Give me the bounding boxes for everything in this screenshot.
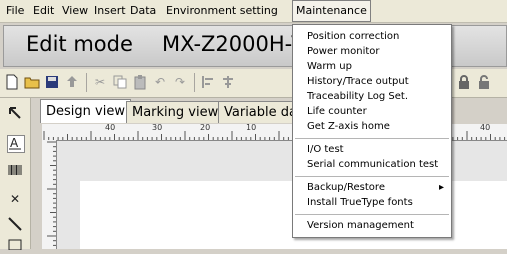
svg-text:A: A — [10, 136, 19, 150]
vertical-ruler-ticks — [47, 141, 56, 246]
model-label: MX-Z2000H-V — [162, 32, 306, 56]
menu-separator — [295, 138, 449, 139]
menu-item-life-counter[interactable]: Life counter — [307, 104, 367, 119]
cut-icon[interactable]: ✂ — [92, 74, 108, 90]
pointer-icon[interactable] — [7, 106, 23, 122]
menu-item-backup-restore[interactable]: Backup/Restore — [307, 180, 385, 195]
tab-marking-view[interactable]: Marking view — [126, 101, 225, 123]
cross-mark-icon[interactable]: ✕ — [7, 191, 23, 207]
undo-icon[interactable]: ↶ — [152, 74, 168, 90]
menu-item-version-management[interactable]: Version management — [307, 218, 414, 233]
new-file-icon[interactable] — [4, 74, 20, 90]
menu-item-io-test[interactable]: I/O test — [307, 142, 344, 157]
rectangle-tool-icon[interactable] — [7, 238, 23, 254]
drawing-tools-strip: A ✕ — [0, 98, 31, 250]
mode-label: Edit mode — [26, 32, 133, 56]
copy-icon[interactable] — [112, 74, 128, 90]
vertical-ruler — [42, 140, 57, 249]
menu-item-power-monitor[interactable]: Power monitor — [307, 44, 380, 59]
text-tool-icon[interactable]: A — [7, 135, 25, 153]
tab-design-view[interactable]: Design view — [40, 99, 131, 123]
align-center-icon[interactable] — [220, 74, 236, 90]
ruler-label: 40 — [480, 123, 491, 132]
save-icon[interactable] — [44, 74, 60, 90]
menu-item-traceability-log-set[interactable]: Traceability Log Set. — [307, 89, 408, 104]
menu-separator — [295, 214, 449, 215]
menu-item-history-trace-output[interactable]: History/Trace output — [307, 74, 409, 89]
lock-icon[interactable] — [456, 74, 472, 90]
ruler-label: 40 — [105, 123, 116, 132]
view-tabs: Design view Marking view Variable da — [32, 99, 303, 123]
menu-data[interactable]: Data — [127, 0, 159, 22]
redo-icon[interactable]: ↷ — [172, 74, 188, 90]
menu-view[interactable]: View — [59, 0, 91, 22]
submenu-arrow-icon: ▸ — [439, 182, 445, 193]
menu-edit[interactable]: Edit — [30, 0, 57, 22]
toolbar-separator — [86, 73, 87, 92]
menu-insert[interactable]: Insert — [91, 0, 129, 22]
toolbar-separator — [194, 73, 195, 92]
barcode-icon[interactable] — [7, 162, 23, 178]
menu-item-serial-communication-test[interactable]: Serial communication test — [307, 157, 438, 172]
maintenance-dropdown: Position correction Power monitor Warm u… — [292, 24, 452, 238]
ruler-label: 30 — [152, 123, 163, 132]
tab-variable-data[interactable]: Variable da — [218, 101, 303, 123]
line-tool-icon[interactable] — [7, 216, 23, 232]
menu-maintenance[interactable]: Maintenance — [292, 0, 371, 22]
menu-bar: File Edit View Insert Data Environment s… — [0, 0, 507, 23]
menu-file[interactable]: File — [3, 0, 27, 22]
upload-icon[interactable] — [64, 74, 80, 90]
open-folder-icon[interactable] — [24, 74, 40, 90]
paste-icon[interactable] — [132, 74, 148, 90]
menu-environment-setting[interactable]: Environment setting — [163, 0, 281, 22]
menu-item-position-correction[interactable]: Position correction — [307, 29, 399, 44]
menu-item-backup-restore-label: Backup/Restore — [307, 182, 385, 193]
ruler-label: 10 — [246, 123, 257, 132]
menu-item-warm-up[interactable]: Warm up — [307, 59, 352, 74]
menu-item-install-truetype-fonts[interactable]: Install TrueType fonts — [307, 195, 413, 210]
align-left-icon[interactable] — [200, 74, 216, 90]
ruler-label: 20 — [200, 123, 211, 132]
menu-item-get-z-axis-home[interactable]: Get Z-axis home — [307, 119, 390, 134]
unlock-icon[interactable] — [476, 74, 492, 90]
menu-separator — [295, 176, 449, 177]
